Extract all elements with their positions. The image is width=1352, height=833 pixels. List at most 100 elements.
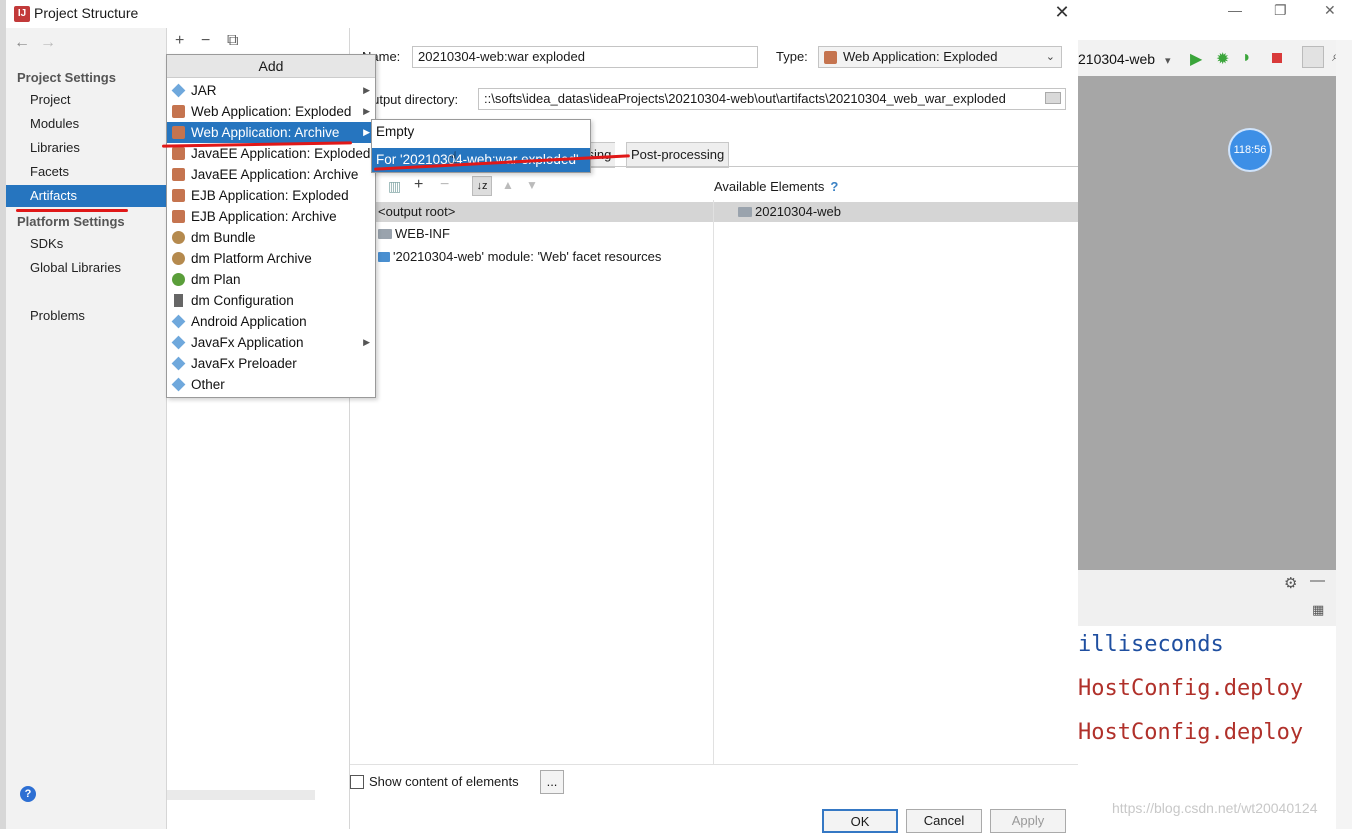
- tree-row-module[interactable]: 20210304-web: [714, 202, 1078, 222]
- module-folder-icon: [738, 207, 752, 217]
- create-directory-icon[interactable]: ▥: [388, 178, 401, 195]
- run-icon[interactable]: ▶: [1190, 49, 1202, 69]
- show-content-checkbox[interactable]: [350, 775, 364, 789]
- debug-icon[interactable]: ✹: [1216, 49, 1229, 69]
- submenu-arrow-icon: ▶: [363, 85, 370, 95]
- menu-item-label: dm Plan: [191, 272, 241, 287]
- dialog-titlebar: IJ Project Structure ✕: [6, 0, 1078, 28]
- output-directory-label: Output directory:: [362, 92, 459, 107]
- web-facet-icon: [378, 252, 390, 262]
- tree-row-output-root[interactable]: <output root>: [350, 202, 713, 222]
- back-arrow-icon[interactable]: ←: [14, 34, 30, 52]
- menu-item-label: EJB Application: Archive: [191, 209, 337, 224]
- cancel-button[interactable]: Cancel: [906, 809, 982, 833]
- type-select[interactable]: Web Application: Exploded ⌄: [818, 46, 1062, 68]
- menu-item-jar[interactable]: JAR ▶: [167, 80, 375, 101]
- menu-item-label: JavaEE Application: Exploded: [191, 146, 371, 161]
- dm-platform-icon: [172, 252, 185, 265]
- sidebar-item-global-libraries[interactable]: Global Libraries: [6, 257, 166, 279]
- menu-item-label: JavaFx Preloader: [191, 356, 297, 371]
- gear-icon[interactable]: ⚙: [1284, 574, 1297, 592]
- tree-row-facet-resources[interactable]: '20210304-web' module: 'Web' facet resou…: [378, 247, 661, 267]
- menu-item-dm-configuration[interactable]: dm Configuration: [167, 290, 375, 311]
- tab-post-processing[interactable]: Post-processing: [626, 142, 730, 168]
- menu-item-label: JavaFx Application: [191, 335, 304, 350]
- show-content-label: Show content of elements: [369, 774, 519, 789]
- remove-icon[interactable]: −: [201, 32, 210, 50]
- folder-icon: [378, 229, 392, 239]
- javaee-icon: [172, 168, 185, 181]
- sort-icon[interactable]: ↓z: [472, 176, 492, 196]
- menu-item-label: dm Bundle: [191, 230, 256, 245]
- add-element-icon[interactable]: +: [414, 176, 423, 194]
- menu-item-ejb-archive[interactable]: EJB Application: Archive: [167, 206, 375, 227]
- sidebar-item-modules[interactable]: Modules: [6, 113, 166, 135]
- menu-item-dm-bundle[interactable]: dm Bundle: [167, 227, 375, 248]
- sidebar-item-problems[interactable]: Problems: [6, 305, 166, 327]
- submenu-arrow-icon: ▶: [363, 106, 370, 116]
- submenu-item-empty[interactable]: Empty: [372, 120, 590, 144]
- dm-bundle-icon: [172, 231, 185, 244]
- menu-item-dm-plan[interactable]: dm Plan: [167, 269, 375, 290]
- sidebar-item-artifacts[interactable]: Artifacts: [6, 185, 166, 207]
- folder-icon[interactable]: [1045, 92, 1061, 104]
- dialog-title: Project Structure: [34, 5, 139, 21]
- remove-element-icon[interactable]: −: [440, 176, 449, 194]
- scrollbar[interactable]: [1336, 40, 1352, 829]
- project-structure-icon[interactable]: [1302, 46, 1324, 68]
- menu-item-javafx-application[interactable]: JavaFx Application ▶: [167, 332, 375, 353]
- menu-item-label: JAR: [191, 83, 217, 98]
- copy-icon[interactable]: ⧉: [227, 32, 238, 50]
- menu-item-javafx-preloader[interactable]: JavaFx Preloader: [167, 353, 375, 374]
- chevron-down-icon: ▾: [1164, 55, 1171, 67]
- hide-icon[interactable]: —: [1310, 572, 1325, 589]
- javafx-icon: [171, 356, 186, 371]
- sidebar-item-project[interactable]: Project: [6, 89, 166, 111]
- menu-item-ejb-exploded[interactable]: EJB Application: Exploded: [167, 185, 375, 206]
- close-button[interactable]: ✕: [1052, 2, 1072, 23]
- panel-splitter[interactable]: [713, 200, 714, 764]
- menu-item-other[interactable]: Other: [167, 374, 375, 395]
- forward-arrow-icon[interactable]: →: [40, 34, 56, 52]
- sidebar-item-facets[interactable]: Facets: [6, 161, 166, 183]
- submenu-arrow-icon: ▶: [363, 127, 370, 137]
- background-titlebar: — ❐ ✕: [1078, 0, 1352, 40]
- menu-item-javaee-archive[interactable]: JavaEE Application: Archive: [167, 164, 375, 185]
- layout-toolbar: ▥ + − ↓z ▲ ▼: [350, 176, 714, 198]
- add-icon[interactable]: +: [175, 32, 184, 50]
- annotation-stroke: [16, 209, 128, 212]
- minimize-icon[interactable]: —: [1228, 2, 1242, 18]
- ok-button[interactable]: OK: [822, 809, 898, 833]
- help-icon[interactable]: ?: [830, 179, 838, 194]
- move-down-icon[interactable]: ▼: [526, 178, 538, 192]
- apply-button[interactable]: Apply: [990, 809, 1066, 833]
- background-toolbar: 210304-web ▾ ▶ ✹ ◗ ⌕: [1078, 40, 1352, 77]
- restore-icon[interactable]: ❐: [1274, 2, 1287, 19]
- menu-item-dm-platform-archive[interactable]: dm Platform Archive: [167, 248, 375, 269]
- stop-icon[interactable]: [1272, 53, 1282, 63]
- move-up-icon[interactable]: ▲: [502, 178, 514, 192]
- tree-label: '20210304-web' module: 'Web' facet resou…: [393, 249, 662, 264]
- output-directory-field[interactable]: ::\softs\idea_datas\ideaProjects\2021030…: [478, 88, 1066, 110]
- submenu-arrow-icon: ▶: [363, 337, 370, 347]
- horizontal-scrollbar[interactable]: [167, 790, 315, 800]
- tree-row-web-inf[interactable]: WEB-INF: [378, 224, 450, 244]
- available-elements-label: Available Elements?: [714, 179, 838, 194]
- close-icon[interactable]: ✕: [1324, 2, 1336, 19]
- ejb-icon: [172, 210, 185, 223]
- settings-sidebar: ← → Project Settings Project Modules Lib…: [6, 28, 167, 829]
- web-app-icon: [172, 105, 185, 118]
- help-icon[interactable]: ?: [20, 786, 36, 802]
- name-field[interactable]: 20210304-web:war exploded: [412, 46, 758, 68]
- menu-item-android-application[interactable]: Android Application: [167, 311, 375, 332]
- sidebar-item-sdks[interactable]: SDKs: [6, 233, 166, 255]
- coverage-icon[interactable]: ◗: [1242, 49, 1252, 67]
- log-line: illiseconds: [1078, 632, 1224, 657]
- layout-icon[interactable]: ▦: [1312, 602, 1324, 618]
- show-content-options-button[interactable]: ...: [540, 770, 564, 794]
- run-config-select[interactable]: 210304-web ▾: [1078, 48, 1176, 70]
- menu-item-web-app-archive[interactable]: Web Application: Archive ▶: [167, 122, 375, 143]
- javafx-icon: [171, 335, 186, 350]
- sidebar-item-libraries[interactable]: Libraries: [6, 137, 166, 159]
- menu-item-web-app-exploded[interactable]: Web Application: Exploded ▶: [167, 101, 375, 122]
